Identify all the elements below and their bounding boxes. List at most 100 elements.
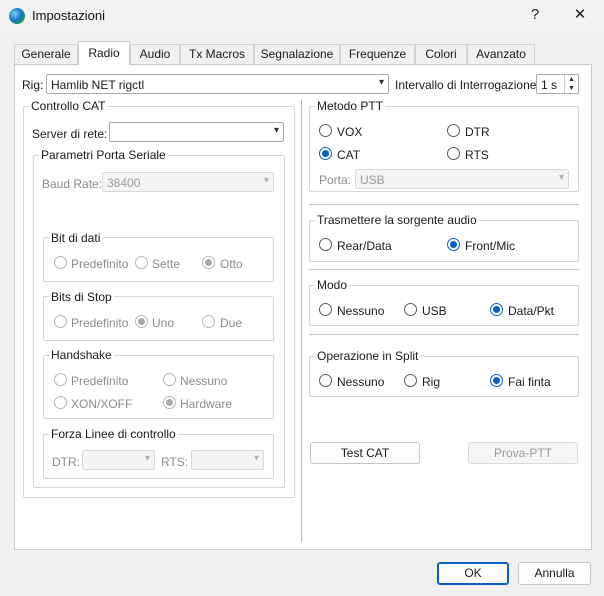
handshake-title: Handshake xyxy=(49,348,114,362)
audio-front-radio[interactable] xyxy=(447,238,460,251)
stop-bits-two-label: Due xyxy=(220,316,243,330)
mode-usb-radio[interactable] xyxy=(404,303,417,316)
ptt-port-select[interactable]: USB ▾ xyxy=(355,169,569,189)
test-ptt-button[interactable]: Prova-PTT xyxy=(468,442,578,464)
mode-usb-label: USB xyxy=(422,304,447,318)
poll-interval-label: Intervallo di Interrogazione: xyxy=(395,78,540,92)
title-bar: Impostazioni ? ✕ xyxy=(0,0,604,32)
split-none-radio[interactable] xyxy=(319,374,332,387)
handshake-xonxoff-radio[interactable] xyxy=(54,396,67,409)
data-bits-default-label: Predefinito xyxy=(71,257,129,271)
ptt-cat-radio[interactable] xyxy=(319,147,332,160)
rig-label: Rig: xyxy=(22,78,44,92)
chevron-down-icon: ▾ xyxy=(263,175,269,186)
close-button[interactable]: ✕ xyxy=(557,0,603,30)
stop-bits-two-radio[interactable] xyxy=(202,315,215,328)
split-rig-radio[interactable] xyxy=(404,374,417,387)
ok-button[interactable]: OK xyxy=(437,562,509,585)
chevron-down-icon: ▾ xyxy=(253,453,259,464)
data-bits-seven-label: Sette xyxy=(152,257,181,271)
data-bits-eight-label: Otto xyxy=(220,257,243,271)
chevron-down-icon: ▾ xyxy=(378,77,384,88)
ptt-port-label: Porta: xyxy=(319,173,352,187)
data-bits-title: Bit di dati xyxy=(49,231,103,245)
ptt-dtr-label: DTR xyxy=(465,125,490,139)
poll-interval-spinner[interactable]: 1 s ▲ ▼ xyxy=(536,74,579,94)
ptt-vox-label: VOX xyxy=(337,125,363,139)
split-fake-radio[interactable] xyxy=(490,374,503,387)
ptt-vox-radio[interactable] xyxy=(319,124,332,137)
split-title: Operazione in Split xyxy=(315,349,421,363)
rts-label: RTS: xyxy=(161,455,189,469)
stop-bits-default-radio[interactable] xyxy=(54,315,67,328)
audio-source-title: Trasmettere la sorgente audio xyxy=(315,213,479,227)
rig-value: Hamlib NET rigctl xyxy=(51,78,145,92)
separator xyxy=(309,204,579,205)
test-cat-button[interactable]: Test CAT xyxy=(310,442,420,464)
handshake-default-radio[interactable] xyxy=(54,373,67,386)
handshake-default-label: Predefinito xyxy=(71,374,129,388)
dtr-label: DTR: xyxy=(52,455,80,469)
baud-rate-label: Baud Rate: xyxy=(42,177,103,191)
ptt-dtr-radio[interactable] xyxy=(447,124,460,137)
audio-front-label: Front/Mic xyxy=(465,239,516,253)
ptt-cat-label: CAT xyxy=(337,148,361,162)
baud-rate-select[interactable]: 38400 ▾ xyxy=(102,172,274,192)
data-bits-eight-radio[interactable] xyxy=(202,256,215,269)
handshake-hardware-label: Hardware xyxy=(180,397,233,411)
dtr-select[interactable]: ▾ xyxy=(82,450,155,470)
stop-bits-one-radio[interactable] xyxy=(135,315,148,328)
mode-title: Modo xyxy=(315,278,350,292)
data-bits-default-radio[interactable] xyxy=(54,256,67,269)
stop-bits-default-label: Predefinito xyxy=(71,316,129,330)
tab-frequenze[interactable]: Frequenze xyxy=(340,44,415,64)
mode-none-radio[interactable] xyxy=(319,303,332,316)
separator xyxy=(309,269,579,270)
rts-select[interactable]: ▾ xyxy=(191,450,264,470)
poll-interval-value: 1 s xyxy=(541,78,558,92)
data-bits-seven-radio[interactable] xyxy=(135,256,148,269)
serial-params-title: Parametri Porta Seriale xyxy=(39,148,168,162)
window-title: Impostazioni xyxy=(32,8,105,23)
server-label: Server di rete: xyxy=(32,127,108,141)
tab-colori[interactable]: Colori xyxy=(415,44,467,64)
vertical-divider xyxy=(301,100,302,542)
split-fake-label: Fai finta xyxy=(508,375,551,389)
tab-radio[interactable]: Radio xyxy=(78,41,130,65)
app-globe-icon xyxy=(9,8,25,24)
ptt-rts-radio[interactable] xyxy=(447,147,460,160)
audio-rear-radio[interactable] xyxy=(319,238,332,251)
control-lines-title: Forza Linee di controllo xyxy=(49,427,178,441)
help-button[interactable]: ? xyxy=(512,0,558,30)
spin-arrows-icon[interactable]: ▲ ▼ xyxy=(564,75,578,93)
ptt-rts-label: RTS xyxy=(465,148,489,162)
audio-rear-label: Rear/Data xyxy=(337,239,392,253)
tab-generale[interactable]: Generale xyxy=(14,44,78,64)
handshake-none-label: Nessuno xyxy=(180,374,228,388)
spin-up-icon[interactable]: ▲ xyxy=(565,75,578,84)
spin-down-icon[interactable]: ▼ xyxy=(565,84,578,93)
tab-segnalazione[interactable]: Segnalazione xyxy=(254,44,340,64)
ptt-port-value: USB xyxy=(360,173,385,187)
tab-avanzato[interactable]: Avanzato xyxy=(467,44,535,64)
ptt-method-title: Metodo PTT xyxy=(315,99,386,113)
stop-bits-one-label: Uno xyxy=(152,316,175,330)
server-select[interactable]: ▾ xyxy=(109,122,284,142)
handshake-xonxoff-label: XON/XOFF xyxy=(71,397,133,411)
chevron-down-icon: ▾ xyxy=(273,125,279,136)
tab-audio[interactable]: Audio xyxy=(130,44,180,64)
separator xyxy=(309,334,579,335)
chevron-down-icon: ▾ xyxy=(144,453,150,464)
cat-control-title: Controllo CAT xyxy=(29,99,108,113)
chevron-down-icon: ▾ xyxy=(558,172,564,183)
mode-datapkt-radio[interactable] xyxy=(490,303,503,316)
baud-rate-value: 38400 xyxy=(107,176,141,190)
mode-none-label: Nessuno xyxy=(337,304,385,318)
stop-bits-title: Bits di Stop xyxy=(49,290,114,304)
handshake-hardware-radio[interactable] xyxy=(163,396,176,409)
cancel-button[interactable]: Annulla xyxy=(518,562,591,585)
tab-tx-macros[interactable]: Tx Macros xyxy=(180,44,254,64)
handshake-none-radio[interactable] xyxy=(163,373,176,386)
split-rig-label: Rig xyxy=(422,375,441,389)
rig-select[interactable]: Hamlib NET rigctl ▾ xyxy=(46,74,389,94)
